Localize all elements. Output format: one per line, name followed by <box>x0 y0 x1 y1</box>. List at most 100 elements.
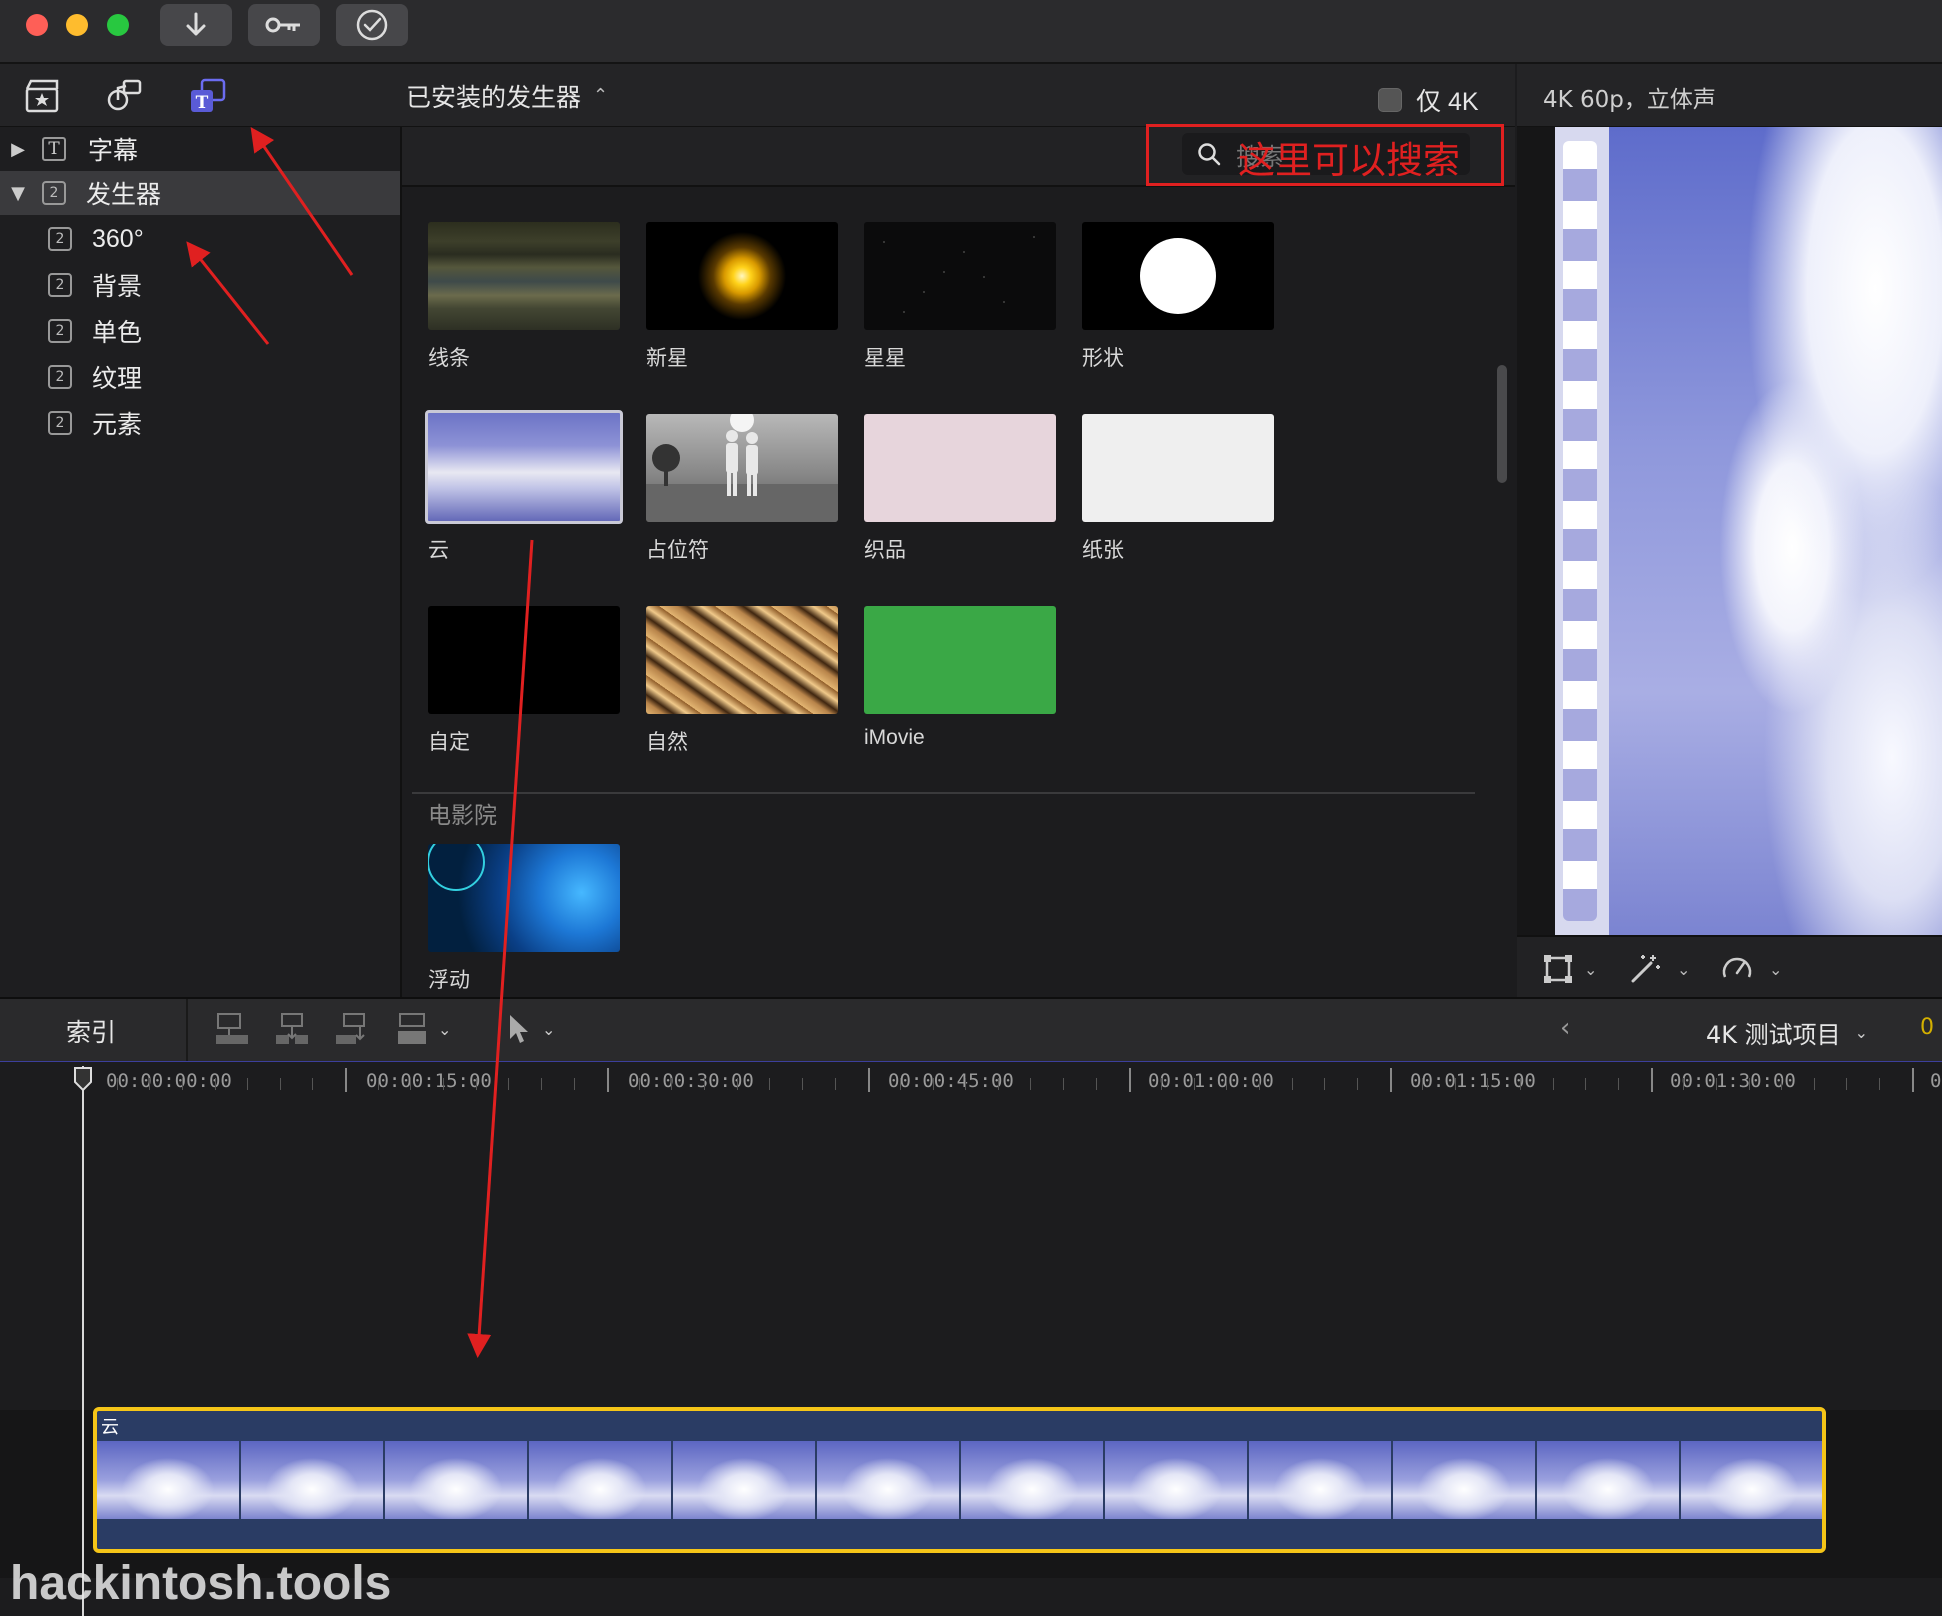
enhance-menu[interactable]: ⌄ <box>1627 951 1690 987</box>
generator-thumb-organic[interactable] <box>646 606 838 714</box>
ruler-minor-tick <box>1683 1078 1685 1090</box>
insert-clip-icon[interactable] <box>274 1011 310 1047</box>
ruler-minor-tick <box>1879 1078 1881 1090</box>
timeline-clip-clouds[interactable]: 云 <box>93 1407 1826 1553</box>
chevron-down-icon: ⌄ <box>1677 959 1691 979</box>
sidebar-item-solids[interactable]: 2 单色 <box>0 309 400 353</box>
browser-title-menu[interactable]: 已安装的发生器 ⌃ <box>406 78 608 114</box>
clip-frame <box>529 1441 671 1519</box>
zoom-window-button[interactable] <box>107 14 129 36</box>
chevron-down-icon: ⌄ <box>1854 1023 1869 1042</box>
ruler-tick <box>345 1068 347 1092</box>
generator-label: iMovie <box>864 726 925 749</box>
clip-frame <box>97 1441 239 1519</box>
ruler-minor-tick <box>181 1078 183 1090</box>
ruler-minor-tick <box>1193 1078 1195 1090</box>
transform-menu[interactable]: ⌄ <box>1542 953 1597 985</box>
ruler-minor-tick <box>1846 1078 1848 1090</box>
key-icon <box>265 17 300 33</box>
generator-thumb-stars[interactable] <box>864 222 1056 330</box>
playhead-marker-icon[interactable] <box>73 1066 93 1092</box>
minimize-window-button[interactable] <box>66 14 88 36</box>
sidebar-item-label: 发生器 <box>86 180 162 209</box>
background-tasks-button[interactable] <box>336 4 408 46</box>
browser-header: T 已安装的发生器 ⌃ 仅 4K <box>0 64 1515 128</box>
ruler-minor-tick <box>1422 1078 1424 1090</box>
generator-thumb-custom[interactable] <box>428 606 620 714</box>
generator-label: 自然 <box>646 730 688 754</box>
ruler-timecode: 00:01:30:00 <box>1670 1070 1796 1092</box>
film-sprocket-holes <box>1563 141 1597 921</box>
chevron-left-icon[interactable]: ‹ <box>1560 1013 1570 1043</box>
keyword-button[interactable] <box>248 4 320 46</box>
generator-thumb-nova[interactable] <box>646 222 838 330</box>
ruler-minor-tick <box>769 1078 771 1090</box>
sidebar-item-label: 背景 <box>92 272 143 301</box>
sidebar-item-label: 360° <box>92 224 144 253</box>
close-window-button[interactable] <box>26 14 48 36</box>
disclosure-down-icon[interactable]: ▼ <box>8 183 28 204</box>
sidebar-item-360[interactable]: 2 360° <box>0 217 400 261</box>
only-4k-toggle[interactable]: 仅 4K <box>1378 82 1479 118</box>
ruler-minor-tick <box>1258 1078 1260 1090</box>
ruler-minor-tick <box>834 1078 836 1090</box>
sidebar-item-generators[interactable]: ▼ 2 发生器 <box>0 171 400 215</box>
sidebar-item-textures[interactable]: 2 纹理 <box>0 355 400 399</box>
ruler-minor-tick <box>899 1078 901 1090</box>
generator-thumb-imovie[interactable] <box>864 606 1056 714</box>
ruler-minor-tick <box>1487 1078 1489 1090</box>
ruler-minor-tick <box>997 1078 999 1090</box>
disclosure-right-icon[interactable]: ▶ <box>8 139 28 160</box>
photos-audio-tab[interactable] <box>105 78 145 114</box>
clip-frame <box>961 1441 1103 1519</box>
generator-thumb-clouds[interactable] <box>425 410 623 524</box>
speedometer-icon <box>1722 957 1752 978</box>
ruler-minor-tick <box>410 1078 412 1090</box>
append-clip-icon[interactable] <box>334 1011 370 1047</box>
only-4k-checkbox[interactable] <box>1378 88 1402 112</box>
magic-wand-icon <box>1631 955 1660 983</box>
generator-thumb-placeholder[interactable] <box>646 414 838 522</box>
timecode-display: 0 <box>1920 1015 1934 1040</box>
generator-thumb-drifting[interactable] <box>428 844 620 952</box>
titles-generators-tab[interactable]: T <box>188 78 228 114</box>
grid-scrollbar[interactable] <box>1497 365 1507 483</box>
header-divider <box>186 999 188 1061</box>
ruler-minor-tick <box>377 1078 379 1090</box>
ruler-minor-tick <box>704 1078 706 1090</box>
section-divider <box>412 792 1475 794</box>
generator-label: 云 <box>428 538 449 562</box>
titles-icon: T <box>42 137 66 161</box>
generator-thumb-fabric[interactable] <box>864 414 1056 522</box>
ruler-minor-tick <box>1813 1078 1815 1090</box>
overwrite-menu[interactable]: ⌄ <box>394 1011 451 1047</box>
generator-icon: 2 <box>48 411 72 435</box>
timeline-header: 索引 ⌄ ⌄ ‹ 4K 测试项目 ⌄ 0 <box>0 997 1942 1064</box>
sidebar-item-titles[interactable]: ▶ T 字幕 <box>0 127 400 171</box>
tool-select-menu[interactable]: ⌄ <box>506 1013 555 1045</box>
sidebar-item-label: 单色 <box>92 318 143 347</box>
project-menu[interactable]: 4K 测试项目 ⌄ <box>1706 1015 1868 1050</box>
playhead-line[interactable] <box>82 1066 84 1616</box>
sidebar-item-backgrounds[interactable]: 2 背景 <box>0 263 400 307</box>
sidebar-item-elements[interactable]: 2 元素 <box>0 401 400 445</box>
index-button[interactable]: 索引 <box>66 1013 116 1049</box>
generator-thumb-paper[interactable] <box>1082 414 1274 522</box>
ruler-minor-tick <box>573 1078 575 1090</box>
window-toolbar <box>0 0 1942 64</box>
generator-thumb-lines[interactable] <box>428 222 620 330</box>
connect-clip-icon[interactable] <box>214 1011 250 1047</box>
libraries-tab[interactable] <box>22 78 62 114</box>
ruler-minor-tick <box>802 1078 804 1090</box>
ruler-minor-tick <box>1454 1078 1456 1090</box>
import-button[interactable] <box>160 4 232 46</box>
ruler-timecode: 00:01:15:00 <box>1410 1070 1536 1092</box>
clip-frame <box>1105 1441 1247 1519</box>
generator-thumb-shapes[interactable] <box>1082 222 1274 330</box>
svg-text:T: T <box>196 93 209 113</box>
retime-menu[interactable]: ⌄ <box>1719 951 1782 987</box>
generator-label: 新星 <box>646 346 688 370</box>
ruler-minor-tick <box>1030 1078 1032 1090</box>
generator-label: 线条 <box>428 346 470 370</box>
clip-frame <box>385 1441 527 1519</box>
